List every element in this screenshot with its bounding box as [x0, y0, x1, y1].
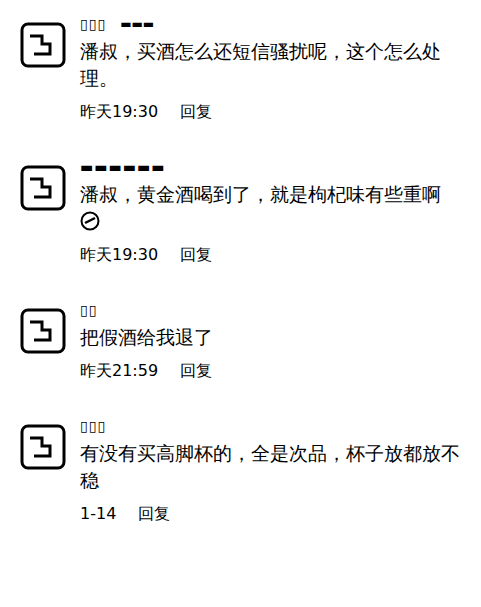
- comment-text: 有没有买高脚杯的，全是次品，杯子放都放不稳: [80, 440, 463, 494]
- comment-meta: 昨天19:30 回复: [80, 102, 463, 123]
- comment-list: ▯▯▯▬▬▬潘叔，买酒怎么还短信骚扰呢，这个怎么处理。 昨天19:30回复▬▬▬…: [0, 0, 481, 607]
- username-row: ▯▯▯ ▬▬▬: [80, 14, 463, 34]
- username-row: ▬▬▬▬▬▬: [80, 157, 463, 177]
- user-tag: ▬▬▬: [120, 17, 154, 31]
- username-row: ▯▯▯: [80, 416, 463, 436]
- reply-button[interactable]: 回复: [138, 504, 170, 525]
- comment-item: ▯▯ 把假酒给我退了 昨天21:59 回复: [20, 300, 463, 382]
- comment-meta: 昨天21:59 回复: [80, 361, 463, 382]
- comment-text: 潘叔，黄金酒喝到了，就是枸杞味有些重啊: [80, 181, 463, 235]
- avatar-icon[interactable]: [20, 424, 66, 470]
- comment-text: 潘叔，买酒怎么还短信骚扰呢，这个怎么处理。: [80, 38, 463, 92]
- username[interactable]: ▯▯: [80, 302, 97, 318]
- comment-meta: 昨天19:30 回复: [80, 245, 463, 266]
- reply-button[interactable]: 回复: [180, 245, 212, 266]
- comment-meta: 1-14 回复: [80, 504, 463, 525]
- comment-item: ▯▯▯ ▬▬▬ 潘叔，买酒怎么还短信骚扰呢，这个怎么处理。 昨天19:30 回复: [20, 14, 463, 123]
- avatar-icon[interactable]: [20, 308, 66, 354]
- username-row: ▯▯: [80, 300, 463, 320]
- comment-time: 昨天19:30: [80, 102, 158, 123]
- username[interactable]: ▬▬▬▬▬▬: [80, 159, 165, 175]
- comment-time: 1-14: [80, 504, 116, 525]
- smirk-emoji-icon: [80, 211, 100, 231]
- reply-button[interactable]: 回复: [180, 361, 212, 382]
- avatar-icon[interactable]: [20, 165, 66, 211]
- comment-time: 昨天21:59: [80, 361, 158, 382]
- comment-item: ▬▬▬▬▬▬ 潘叔，黄金酒喝到了，就是枸杞味有些重啊 昨天19:30 回复: [20, 157, 463, 266]
- comment-item: ▯▯▯ 有没有买高脚杯的，全是次品，杯子放都放不稳 1-14 回复: [20, 416, 463, 525]
- comment-text: 把假酒给我退了: [80, 324, 463, 351]
- username[interactable]: ▯▯▯: [80, 16, 106, 32]
- comment-time: 昨天19:30: [80, 245, 158, 266]
- username[interactable]: ▯▯▯: [80, 418, 106, 434]
- avatar-icon[interactable]: [20, 22, 66, 68]
- reply-button[interactable]: 回复: [180, 102, 212, 123]
